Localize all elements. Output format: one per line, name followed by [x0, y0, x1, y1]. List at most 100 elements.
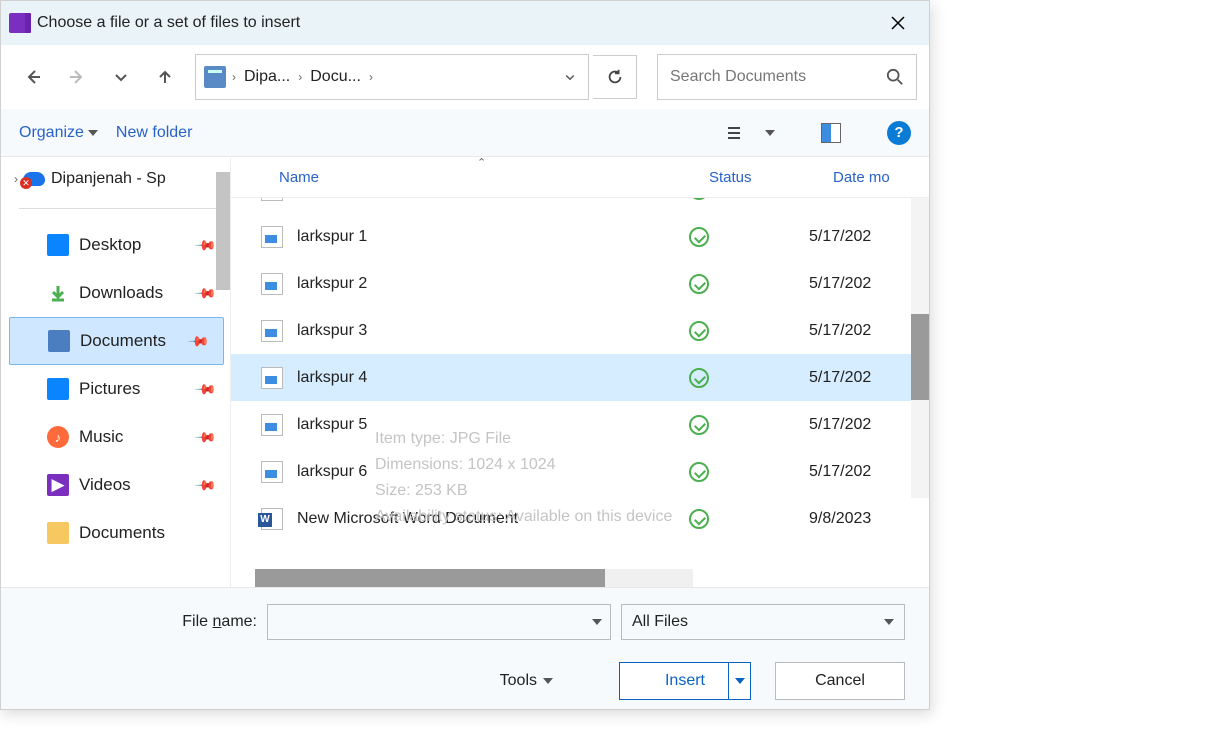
folder-icon: [204, 66, 226, 88]
file-date: 9/8/2023: [809, 510, 871, 528]
quick-documents-folder[interactable]: Documents: [9, 509, 230, 557]
quick-downloads[interactable]: Downloads 📌: [9, 269, 230, 317]
horizontal-scrollbar[interactable]: [231, 569, 929, 587]
scrollbar-thumb[interactable]: [911, 314, 929, 400]
column-date[interactable]: Date mo: [815, 169, 929, 186]
quick-label: Documents: [79, 523, 165, 543]
file-name: larkspur 4: [297, 369, 689, 387]
quick-label: Downloads: [79, 283, 163, 303]
file-row[interactable]: larkspur 3 5/17/202: [231, 307, 929, 354]
column-status[interactable]: Status: [691, 169, 815, 186]
address-dropdown[interactable]: [552, 71, 588, 83]
quick-label: Desktop: [79, 235, 141, 255]
back-button[interactable]: [13, 57, 53, 97]
bg-timestamp: 2:46 PM: [936, 274, 999, 294]
status-available-icon: [689, 368, 709, 388]
quick-videos[interactable]: ▶ Videos 📌: [9, 461, 230, 509]
filetype-combo[interactable]: All Files: [621, 604, 905, 640]
file-type-icon: [261, 320, 283, 342]
file-name: larkspur 2: [297, 275, 689, 293]
chevron-down-icon: [735, 678, 745, 684]
file-date: 5/17/202: [809, 416, 871, 434]
vertical-scrollbar[interactable]: [911, 198, 929, 498]
desktop-icon: [47, 234, 69, 256]
forward-button[interactable]: [57, 57, 97, 97]
navpane-scrollbar[interactable]: [216, 172, 230, 310]
chevron-down-icon: [884, 619, 894, 625]
tools-menu[interactable]: Tools: [500, 672, 553, 690]
view-mode-button[interactable]: [721, 120, 747, 146]
videos-icon: ▶: [47, 474, 69, 496]
search-icon[interactable]: [886, 68, 904, 86]
scrollbar-thumb[interactable]: [255, 569, 605, 587]
file-date: 5/17/202: [809, 322, 871, 340]
bottom-bar: File name: All Files Tools Insert Cancel: [1, 587, 929, 709]
file-type-icon: [261, 198, 283, 201]
pin-icon: 📌: [193, 425, 217, 449]
pin-icon: 📌: [193, 233, 217, 257]
quick-pictures[interactable]: Pictures 📌: [9, 365, 230, 413]
arrow-right-icon: [69, 69, 85, 85]
file-date: 5/17/202: [809, 369, 871, 387]
onedrive-tree-item[interactable]: › ✕ Dipanjenah - Sp: [9, 164, 230, 194]
quick-label: Music: [79, 427, 123, 447]
help-button[interactable]: ?: [887, 121, 911, 145]
sort-indicator-icon: ⌃: [477, 157, 486, 169]
chevron-down-icon[interactable]: [592, 619, 602, 625]
file-row[interactable]: larkspur 5 5/17/202: [231, 401, 929, 448]
file-row[interactable]: EXE_WP_Why Organizing Your Data Is Criti…: [231, 198, 929, 213]
dialog-title: Choose a file or a set of files to inser…: [37, 14, 867, 32]
file-name: larkspur 3: [297, 322, 689, 340]
file-picker-dialog: Choose a file or a set of files to inser…: [0, 0, 930, 710]
cancel-button[interactable]: Cancel: [775, 662, 905, 700]
file-type-icon: [261, 461, 283, 483]
quick-desktop[interactable]: Desktop 📌: [9, 221, 230, 269]
scrollbar-thumb[interactable]: [216, 172, 230, 290]
file-name: New Microsoft Word Document: [297, 510, 689, 528]
onedrive-error-icon: ✕: [23, 171, 45, 187]
file-type-icon: [261, 367, 283, 389]
filename-combo[interactable]: [267, 604, 611, 640]
preview-pane-button[interactable]: [821, 123, 841, 143]
file-row[interactable]: New Microsoft Word Document 9/8/2023: [231, 495, 929, 542]
refresh-button[interactable]: [593, 55, 637, 99]
quick-music[interactable]: ♪ Music 📌: [9, 413, 230, 461]
file-row[interactable]: larkspur 15/17/202: [231, 213, 929, 260]
address-bar[interactable]: › Dipa... › Docu... ›: [195, 54, 589, 100]
search-input[interactable]: [670, 68, 886, 86]
close-icon: [890, 15, 906, 31]
onenote-icon: [9, 13, 29, 33]
breadcrumb-segment-1[interactable]: Dipa...: [242, 68, 292, 86]
recent-locations-button[interactable]: [101, 57, 141, 97]
view-mode-dropdown[interactable]: [765, 130, 775, 136]
close-button[interactable]: [875, 3, 921, 43]
column-name[interactable]: Name: [231, 169, 691, 186]
documents-icon: [48, 330, 70, 352]
filename-input[interactable]: [276, 613, 592, 631]
breadcrumb-segment-2[interactable]: Docu...: [308, 68, 363, 86]
chevron-right-icon[interactable]: ›: [367, 70, 375, 84]
quick-label: Videos: [79, 475, 131, 495]
file-name: EXE_WP_Why Organizing Your Data Is Criti…: [297, 198, 689, 199]
chevron-right-icon[interactable]: ›: [296, 70, 304, 84]
insert-split-dropdown[interactable]: [728, 663, 750, 699]
status-available-icon: [689, 198, 709, 200]
status-available-icon: [689, 274, 709, 294]
filename-label: File name:: [182, 613, 257, 631]
pin-icon: 📌: [186, 329, 210, 353]
organize-menu[interactable]: Organize: [19, 124, 98, 142]
bg-vline2: [270, 710, 271, 754]
insert-button[interactable]: Insert: [619, 662, 751, 700]
quick-documents[interactable]: Documents 📌: [9, 317, 224, 365]
file-name: larkspur 5: [297, 416, 689, 434]
file-row[interactable]: larkspur 4 5/17/202: [231, 354, 929, 401]
file-row[interactable]: larkspur 25/17/202: [231, 260, 929, 307]
up-button[interactable]: [145, 57, 185, 97]
search-box[interactable]: [657, 54, 917, 100]
arrow-up-icon: [157, 69, 173, 85]
file-date: 5/17/202: [809, 463, 871, 481]
file-row[interactable]: larkspur 65/17/202: [231, 448, 929, 495]
status-available-icon: [689, 462, 709, 482]
chevron-right-icon[interactable]: ›: [230, 70, 238, 84]
new-folder-button[interactable]: New folder: [116, 124, 192, 142]
